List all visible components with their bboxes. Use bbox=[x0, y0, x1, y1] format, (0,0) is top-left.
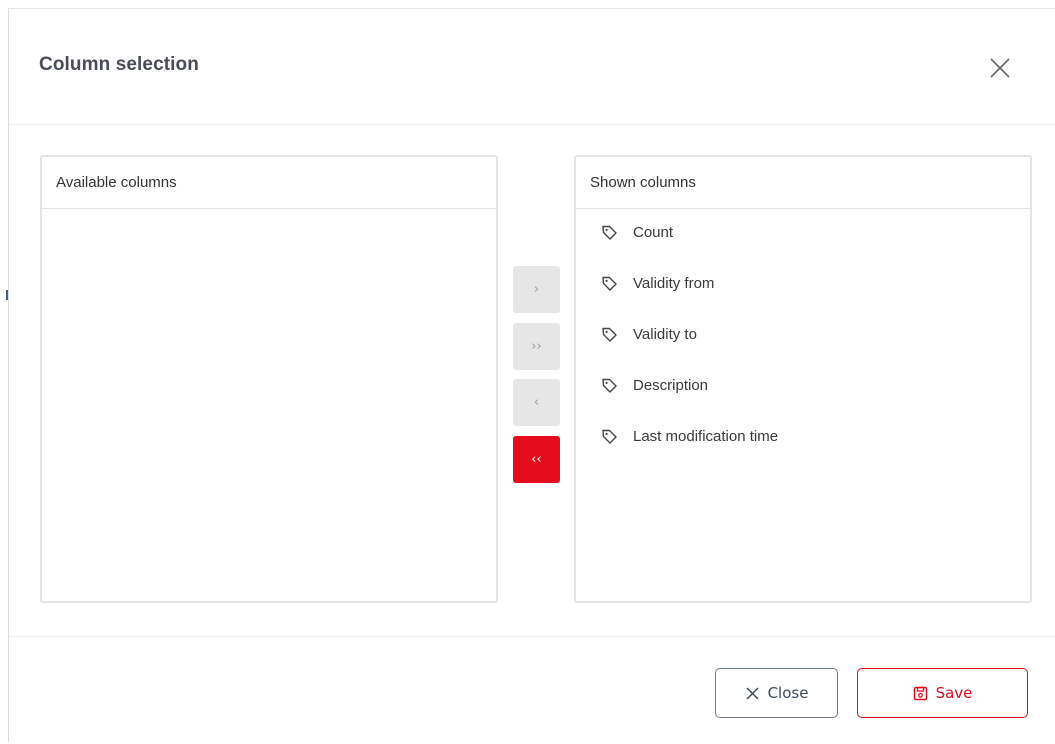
save-button-label: Save bbox=[935, 684, 973, 702]
shown-columns-panel: Shown columns Count Validity from Validity… bbox=[574, 155, 1032, 603]
close-button-label: Close bbox=[767, 684, 809, 702]
shown-column-label: Description bbox=[633, 377, 709, 394]
available-columns-panel: Available columns bbox=[40, 155, 498, 603]
shown-columns-title: Shown columns bbox=[576, 157, 1030, 209]
shown-column-label: Validity from bbox=[633, 275, 715, 292]
available-columns-title: Available columns bbox=[42, 157, 496, 209]
dialog-footer: Close Save bbox=[9, 636, 1055, 744]
floppy-disk-icon bbox=[913, 686, 928, 701]
save-button[interactable]: Save bbox=[857, 668, 1028, 718]
close-button[interactable]: Close bbox=[715, 668, 838, 718]
dialog-header: Column selection bbox=[9, 9, 1055, 125]
shown-column-item[interactable]: Validity to bbox=[576, 311, 1030, 362]
shown-column-item[interactable]: Description bbox=[576, 362, 1030, 413]
move-left-button[interactable]: ‹ bbox=[513, 379, 560, 426]
shown-column-label: Count bbox=[633, 224, 674, 241]
column-selection-dialog: Column selection Available columns › ›› … bbox=[8, 8, 1055, 742]
tag-icon bbox=[601, 377, 618, 394]
tag-icon bbox=[601, 428, 618, 445]
shown-column-item[interactable]: Last modification time bbox=[576, 413, 1030, 464]
close-icon bbox=[745, 686, 760, 701]
shown-column-item[interactable]: Validity from bbox=[576, 260, 1030, 311]
shown-column-label: Validity to bbox=[633, 326, 697, 343]
move-all-left-button[interactable]: ‹‹ bbox=[513, 436, 560, 483]
shown-column-item[interactable]: Count bbox=[576, 209, 1030, 260]
shown-column-label: Last modification time bbox=[633, 428, 779, 445]
move-all-right-button[interactable]: ›› bbox=[513, 323, 560, 370]
tag-icon bbox=[601, 275, 618, 292]
tag-icon bbox=[601, 224, 618, 241]
dialog-title: Column selection bbox=[39, 54, 199, 75]
close-icon[interactable] bbox=[987, 55, 1013, 81]
move-right-button[interactable]: › bbox=[513, 266, 560, 313]
shown-columns-list: Count Validity from Validity to Description… bbox=[576, 209, 1030, 464]
tag-icon bbox=[601, 326, 618, 343]
